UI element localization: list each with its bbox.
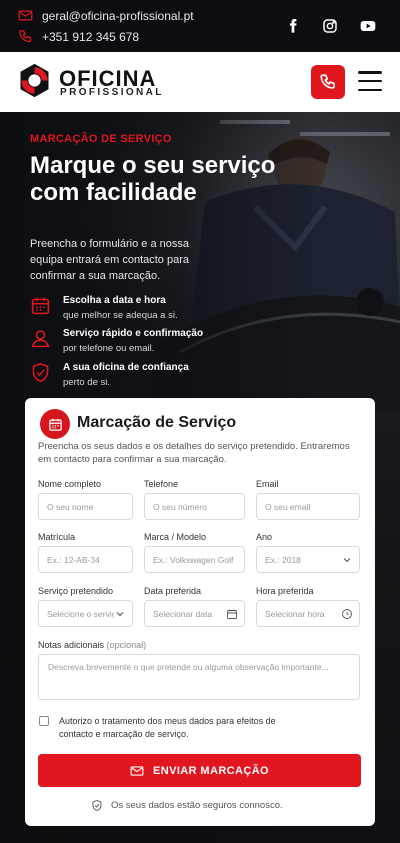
instagram-icon[interactable] xyxy=(321,17,339,35)
phone-icon xyxy=(320,74,335,89)
secure-note-text: Os seus dados estão seguros connosco. xyxy=(111,800,283,811)
notes-label: Notas adicionais (opcional) xyxy=(38,640,146,650)
model-input[interactable]: Ex.: Volkswagen Golf xyxy=(144,546,245,573)
time-input[interactable]: Selecionar hora xyxy=(256,600,360,627)
email-label: Email xyxy=(256,479,279,489)
feature-title: Serviço rápido e confirmação xyxy=(63,328,204,339)
consent-text: Autorizo o tratamento dos meus dados par… xyxy=(59,716,276,739)
menu-bar xyxy=(358,71,382,74)
feature-subtitle: por telefone ou email. xyxy=(63,343,155,354)
menu-bar xyxy=(358,88,382,91)
envelope-icon xyxy=(18,10,33,21)
hero-title: Marque o seu serviço com facilidade xyxy=(30,152,276,206)
booking-form: Marcação de Serviço Preencha os seus dad… xyxy=(25,398,375,826)
calendar-icon xyxy=(31,297,50,315)
email-contact[interactable]: geral@oficina-profissional.pt xyxy=(18,8,194,23)
feature-subtitle: perto de si. xyxy=(63,377,110,388)
feature-subtitle: que melhor se adequa a si. xyxy=(63,310,178,321)
brand-tagline: PROFISSIONAL xyxy=(60,87,164,98)
feature-service: Serviço rápido e confirmação por telefon… xyxy=(30,327,203,355)
email-input[interactable]: O seu email xyxy=(256,493,360,520)
plate-input[interactable]: Ex.: 12-AB-34 xyxy=(38,546,133,573)
phone-icon xyxy=(19,30,32,43)
top-bar: geral@oficina-profissional.pt +351 912 3… xyxy=(0,0,400,52)
chevron-down-icon xyxy=(116,611,124,616)
user-icon xyxy=(31,330,50,348)
calendar-icon xyxy=(40,409,70,439)
year-label: Ano xyxy=(256,532,273,542)
time-placeholder: Selecionar hora xyxy=(265,608,325,619)
envelope-icon xyxy=(130,765,144,776)
feature-date: Escolha a data e hora que melhor se adeq… xyxy=(30,294,178,322)
date-placeholder: Selecionar data xyxy=(153,608,213,619)
hero-description: Preencha o formulário e a nossa equipa e… xyxy=(30,238,189,282)
logo-mark-icon[interactable] xyxy=(17,63,52,98)
year-placeholder: Ex.: 2018 xyxy=(265,554,301,565)
chevron-down-icon xyxy=(343,557,351,562)
form-subtitle: Preencha os seus dados e os detalhes do … xyxy=(38,441,350,465)
name-placeholder: O seu nome xyxy=(47,501,94,512)
clock-icon xyxy=(342,608,352,619)
form-title: Marcação de Serviço xyxy=(77,414,237,431)
submit-button[interactable]: ENVIAR MARCAÇÃO xyxy=(38,754,361,787)
notes-placeholder: Descreva brevemente o que pretende ou al… xyxy=(48,662,329,672)
email-placeholder: O seu email xyxy=(265,501,311,512)
consent-checkbox[interactable] xyxy=(39,716,49,726)
name-label: Nome completo xyxy=(38,479,102,489)
email-text: geral@oficina-profissional.pt xyxy=(42,8,194,23)
notes-optional: (opcional) xyxy=(106,640,147,650)
service-label: Serviço pretendido xyxy=(38,586,114,596)
phone-placeholder: O seu número xyxy=(153,501,207,512)
notes-textarea[interactable]: Descreva brevemente o que pretende ou al… xyxy=(38,654,360,700)
year-select[interactable]: Ex.: 2018 xyxy=(256,546,360,573)
facebook-icon[interactable] xyxy=(284,17,302,35)
menu-button[interactable] xyxy=(358,71,382,91)
submit-label: ENVIAR MARCAÇÃO xyxy=(153,764,269,777)
call-button[interactable] xyxy=(311,65,345,99)
date-label: Data preferida xyxy=(144,586,202,596)
calendar-icon xyxy=(227,609,237,619)
feature-trust: A sua oficina de confiança perto de si. xyxy=(30,361,189,389)
date-input[interactable]: Selecionar data xyxy=(144,600,245,627)
model-label: Marca / Modelo xyxy=(144,532,207,542)
notes-label-text: Notas adicionais xyxy=(38,640,105,650)
service-select[interactable]: Selecione o serviço xyxy=(38,600,133,627)
time-label: Hora preferida xyxy=(256,586,314,596)
secure-note: Os seus dados estão seguros connosco. xyxy=(91,799,283,812)
phone-input[interactable]: O seu número xyxy=(144,493,245,520)
phone-contact[interactable]: +351 912 345 678 xyxy=(18,29,139,44)
feature-title: Escolha a data e hora xyxy=(63,295,166,306)
hero-eyebrow: MARCAÇÃO DE SERVIÇO xyxy=(30,133,172,145)
feature-title: A sua oficina de confiança xyxy=(63,362,189,373)
name-input[interactable]: O seu nome xyxy=(38,493,133,520)
menu-bar xyxy=(358,79,382,83)
model-placeholder: Ex.: Volkswagen Golf xyxy=(153,554,234,565)
shield-check-icon xyxy=(32,362,49,383)
plate-placeholder: Ex.: 12-AB-34 xyxy=(47,554,100,565)
youtube-icon[interactable] xyxy=(359,17,377,35)
phone-text: +351 912 345 678 xyxy=(42,29,140,44)
phone-label: Telefone xyxy=(144,479,179,489)
service-placeholder: Selecione o serviço xyxy=(47,608,114,619)
shield-check-icon xyxy=(92,799,102,812)
plate-label: Matrícula xyxy=(38,532,76,542)
